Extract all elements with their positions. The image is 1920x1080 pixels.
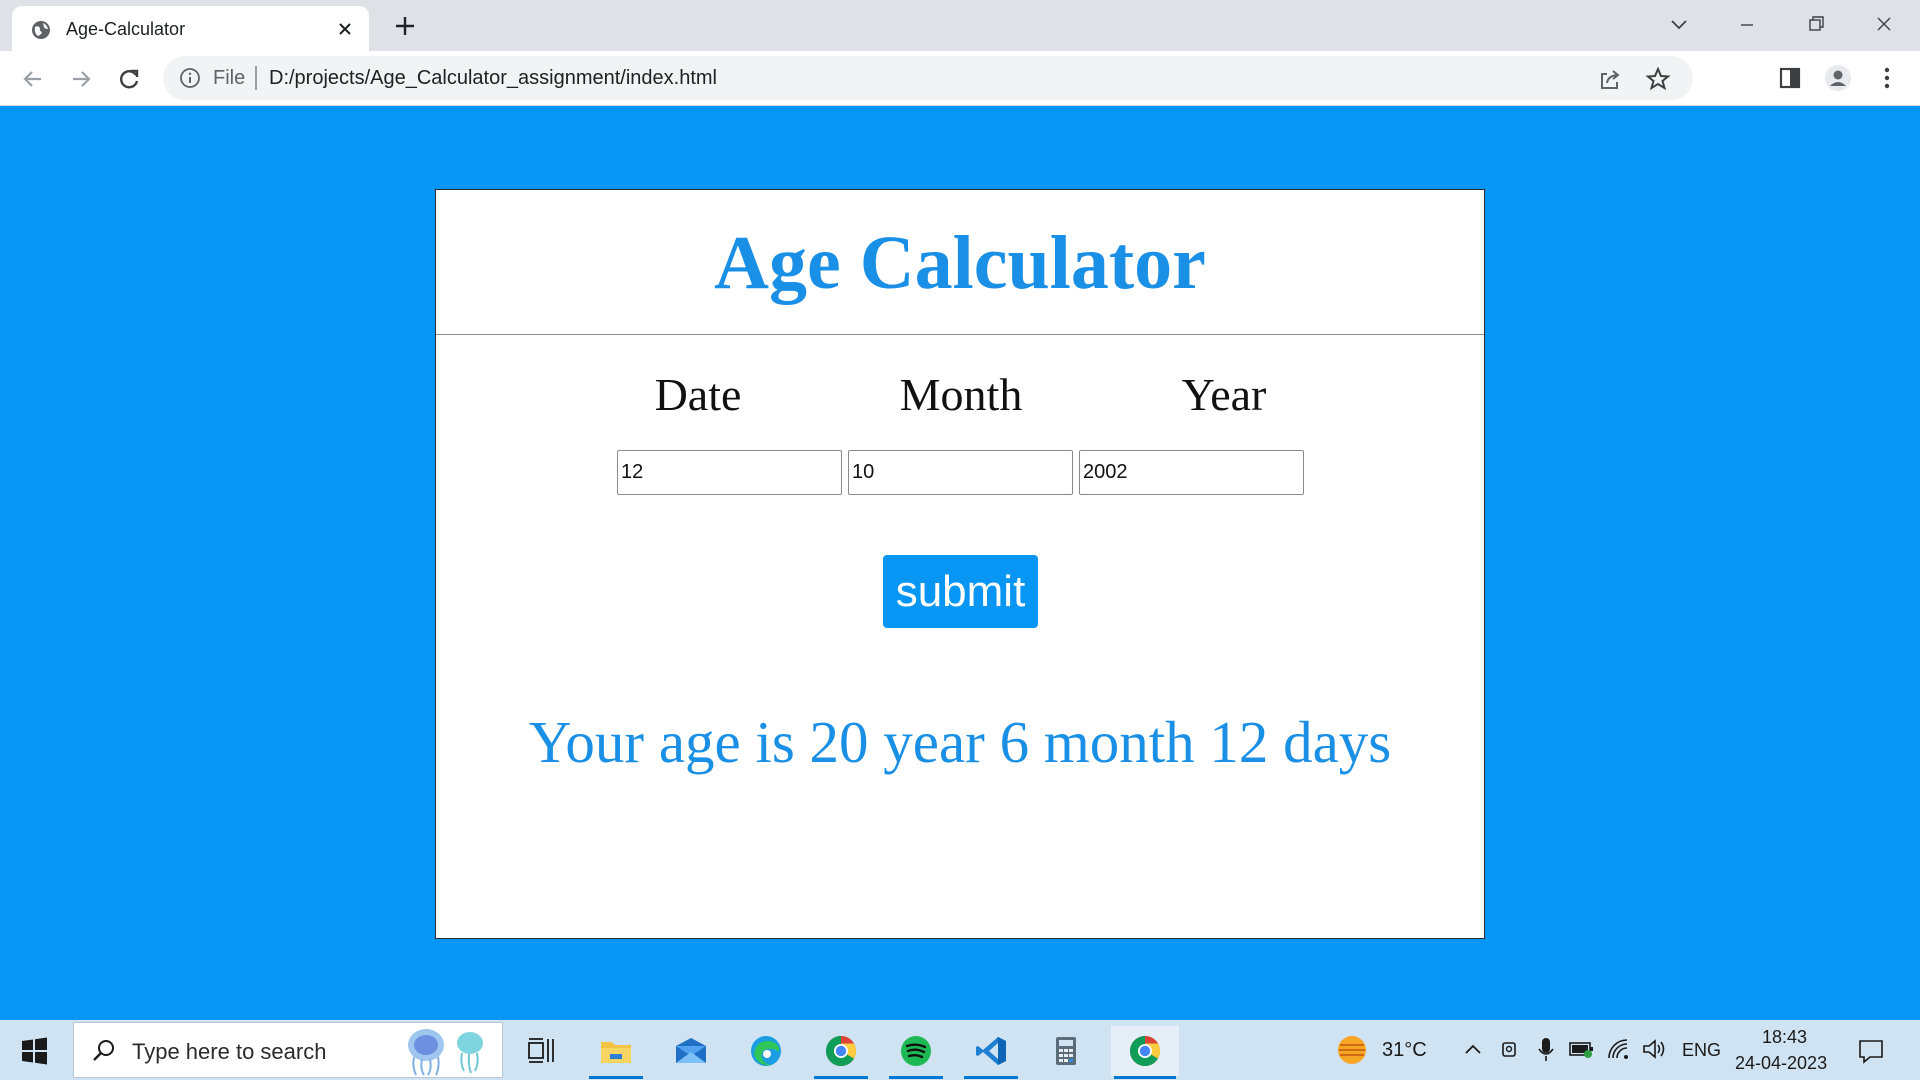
globe-icon xyxy=(32,21,50,39)
close-tab-icon[interactable] xyxy=(334,18,356,40)
date-label: Date xyxy=(654,369,742,420)
mail-button[interactable] xyxy=(661,1026,721,1076)
search-icon xyxy=(93,1040,114,1061)
edge-button[interactable] xyxy=(736,1026,796,1076)
restore-icon[interactable] xyxy=(1796,8,1836,40)
back-icon[interactable] xyxy=(17,63,49,95)
month-input[interactable] xyxy=(848,450,1073,495)
tab-strip: Age-Calculator xyxy=(0,0,1920,51)
folder-icon xyxy=(601,1042,631,1063)
page-viewport: Age Calculator Date Month Year submit Yo… xyxy=(0,106,1920,1020)
calculator-button[interactable] xyxy=(1036,1026,1096,1076)
year-input[interactable] xyxy=(1079,450,1304,495)
running-indicator xyxy=(814,1076,868,1079)
new-tab-icon[interactable] xyxy=(391,12,419,40)
tab-search-icon[interactable] xyxy=(1659,8,1699,40)
url-divider xyxy=(255,66,257,90)
notifications-icon[interactable] xyxy=(1856,1036,1886,1066)
task-view-button[interactable] xyxy=(511,1026,571,1076)
spotify-icon xyxy=(901,1036,931,1066)
vscode-icon xyxy=(976,1037,1006,1065)
submit-button[interactable]: submit xyxy=(883,555,1038,628)
weather-sun-icon[interactable] xyxy=(1335,1033,1369,1067)
edge-browser-icon xyxy=(751,1036,781,1066)
share-icon[interactable] xyxy=(1597,66,1623,92)
forward-icon[interactable] xyxy=(65,63,97,95)
taskbar: Type here to search 31°C ENG 18:43 24-04… xyxy=(0,1020,1920,1080)
browser-toolbar: File D:/projects/Age_Calculator_assignme… xyxy=(0,51,1920,106)
taskbar-search[interactable]: Type here to search xyxy=(73,1022,503,1078)
scheme-label: File xyxy=(213,67,246,89)
input-language[interactable]: ENG xyxy=(1682,1040,1721,1061)
clock-time[interactable]: 18:43 xyxy=(1762,1027,1807,1048)
jellyfish-illustration-icon xyxy=(408,1029,483,1076)
profile-avatar-icon[interactable] xyxy=(1824,64,1852,92)
wifi-icon[interactable] xyxy=(1606,1036,1632,1062)
spotify-button[interactable] xyxy=(886,1026,946,1079)
mail-icon xyxy=(676,1038,706,1063)
running-indicator xyxy=(589,1076,643,1079)
close-window-icon[interactable] xyxy=(1864,8,1904,40)
bookmark-star-icon[interactable] xyxy=(1645,66,1671,92)
reload-icon[interactable] xyxy=(113,63,145,95)
clock-date[interactable]: 24-04-2023 xyxy=(1735,1053,1827,1074)
tab-title: Age-Calculator xyxy=(66,19,186,39)
vscode-button[interactable] xyxy=(961,1026,1021,1079)
month-label: Month xyxy=(899,369,1023,420)
search-placeholder: Type here to search xyxy=(132,1039,327,1064)
running-indicator xyxy=(889,1076,943,1079)
volume-icon[interactable] xyxy=(1641,1036,1667,1062)
microphone-icon[interactable] xyxy=(1534,1035,1558,1063)
info-icon[interactable] xyxy=(179,67,201,89)
chrome-button[interactable] xyxy=(811,1026,871,1079)
menu-kebab-icon[interactable] xyxy=(1873,64,1901,92)
task-view-icon xyxy=(528,1038,554,1063)
url-text[interactable]: D:/projects/Age_Calculator_assignment/in… xyxy=(269,67,717,90)
title-divider xyxy=(436,334,1484,335)
running-indicator xyxy=(1114,1076,1176,1079)
calculator-icon xyxy=(1056,1037,1076,1065)
windows-start-icon[interactable] xyxy=(14,1034,54,1068)
running-indicator xyxy=(964,1076,1018,1079)
meet-camera-icon[interactable] xyxy=(1498,1037,1522,1061)
minimize-icon[interactable] xyxy=(1727,8,1767,40)
age-calculator-card: Age Calculator Date Month Year submit Yo… xyxy=(435,189,1485,939)
year-label: Year xyxy=(1181,369,1267,420)
chrome-icon xyxy=(1129,1036,1161,1067)
address-bar[interactable]: File D:/projects/Age_Calculator_assignme… xyxy=(163,56,1693,100)
browser-tab[interactable]: Age-Calculator xyxy=(12,6,369,51)
age-result: Your age is 20 year 6 month 12 days xyxy=(528,709,1392,775)
battery-icon[interactable] xyxy=(1568,1037,1596,1061)
show-hidden-icons-chevron-icon[interactable] xyxy=(1461,1038,1485,1062)
date-input[interactable] xyxy=(617,450,842,495)
chrome-active-button[interactable] xyxy=(1111,1026,1179,1079)
weather-temperature[interactable]: 31°C xyxy=(1382,1039,1427,1062)
side-panel-icon[interactable] xyxy=(1776,64,1804,92)
chrome-icon xyxy=(825,1036,857,1067)
page-title: Age Calculator xyxy=(714,221,1206,305)
file-explorer-button[interactable] xyxy=(586,1026,646,1079)
